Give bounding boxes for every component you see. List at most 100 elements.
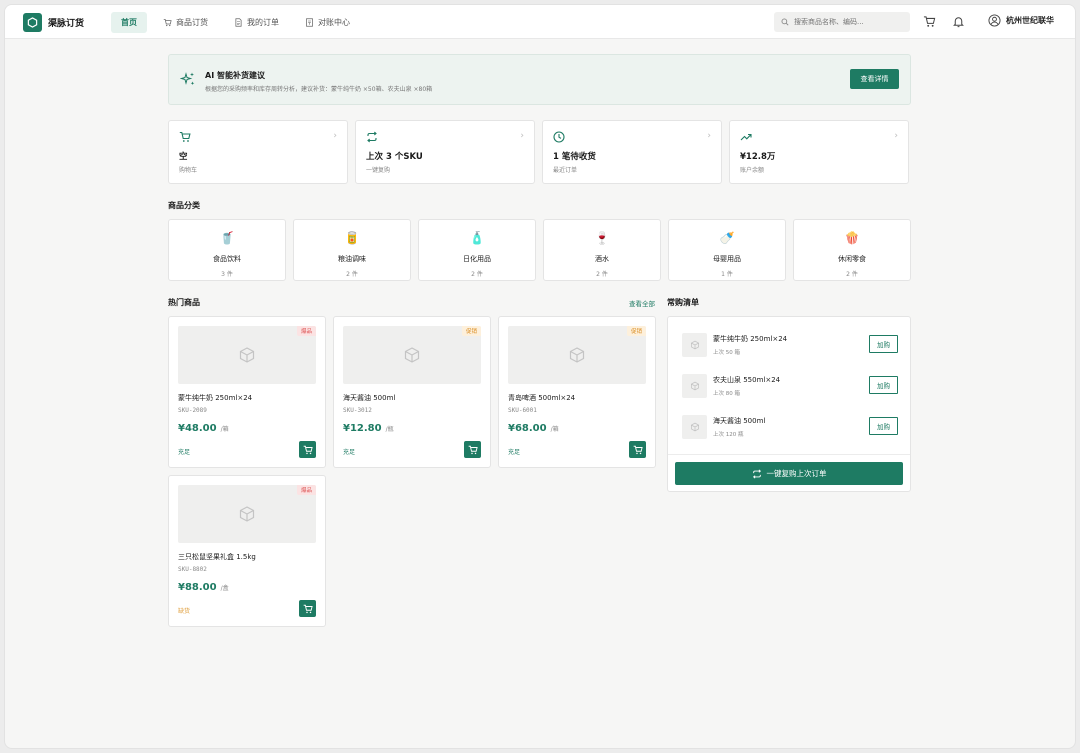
app-window: 渠脉订货 首页 商品订货 我的订单 对账中心 搜索商品名称、编码... 杭州世纪… bbox=[4, 4, 1076, 749]
lotion-bottle-icon: 🧴 bbox=[469, 231, 485, 245]
add-to-cart-button[interactable]: 加购 bbox=[869, 417, 898, 435]
stat-value: 上次 3 个SKU bbox=[366, 152, 423, 162]
cart-icon[interactable] bbox=[923, 15, 936, 28]
user-menu[interactable]: 杭州世纪联华 bbox=[988, 14, 1054, 27]
stat-label: 一键复购 bbox=[366, 167, 391, 174]
product-sku: SKU-8802 bbox=[178, 566, 207, 573]
stock-status: 充足 bbox=[508, 449, 521, 456]
frequent-list-title: 常购清单 bbox=[667, 298, 699, 307]
stat-card-cart[interactable]: › 空 购物车 bbox=[168, 120, 348, 184]
view-details-button[interactable]: 查看详情 bbox=[850, 69, 899, 89]
product-tag: 促销 bbox=[626, 326, 646, 336]
baby-bottle-icon: 🍼 bbox=[719, 231, 735, 245]
price-value: ¥12.80 bbox=[343, 423, 382, 434]
add-to-cart-button[interactable]: 加购 bbox=[869, 335, 898, 353]
hot-products-title: 热门商品 bbox=[168, 298, 200, 307]
can-icon: 🥫 bbox=[344, 231, 360, 245]
product-name: 海天酱油 500ml bbox=[343, 394, 396, 402]
stat-value: 空 bbox=[179, 152, 188, 162]
product-image: 爆品 bbox=[178, 485, 316, 543]
stat-value: 1 笔待收货 bbox=[553, 152, 596, 162]
nav-orders[interactable]: 我的订单 bbox=[224, 12, 289, 33]
sparkle-icon bbox=[180, 72, 195, 85]
stat-card-orders[interactable]: › 1 笔待收货 最近订单 bbox=[542, 120, 722, 184]
logo-icon[interactable] bbox=[23, 13, 42, 32]
add-to-cart-button[interactable] bbox=[629, 441, 646, 458]
product-image: 促销 bbox=[343, 326, 481, 384]
drink-icon: 🥤 bbox=[219, 231, 235, 245]
main-nav: 首页 商品订货 我的订单 对账中心 bbox=[111, 12, 360, 33]
category-count: 1 件 bbox=[721, 271, 733, 278]
product-card[interactable]: 促销 青岛啤酒 500ml×24 SKU-6001 ¥68.00/箱 充足 bbox=[498, 316, 656, 468]
reorder-label: 一键复购上次订单 bbox=[766, 469, 827, 478]
cart-icon bbox=[468, 445, 478, 454]
nav-products[interactable]: 商品订货 bbox=[153, 12, 218, 33]
add-to-cart-button[interactable]: 加购 bbox=[869, 376, 898, 394]
category-card[interactable]: 🥤 食品饮料 3 件 bbox=[168, 219, 286, 281]
box-icon bbox=[569, 347, 585, 363]
stat-label: 最近订单 bbox=[553, 167, 578, 174]
search-box[interactable] bbox=[774, 12, 910, 32]
category-name: 日化用品 bbox=[463, 255, 491, 263]
item-name: 海天酱油 500ml bbox=[713, 417, 766, 425]
category-card[interactable]: 🍿 休闲零食 2 件 bbox=[793, 219, 911, 281]
nav-products-label: 商品订货 bbox=[176, 18, 208, 27]
box-icon bbox=[239, 347, 255, 363]
reorder-last-button[interactable]: 一键复购上次订单 bbox=[675, 462, 903, 485]
stat-card-balance[interactable]: › ¥12.8万 账户余额 bbox=[729, 120, 909, 184]
add-to-cart-button[interactable] bbox=[299, 600, 316, 617]
category-count: 2 件 bbox=[596, 271, 608, 278]
bell-icon[interactable] bbox=[952, 15, 965, 28]
nav-home-label: 首页 bbox=[121, 18, 137, 27]
product-price: ¥48.00/箱 bbox=[178, 423, 229, 434]
nav-orders-label: 我的订单 bbox=[247, 18, 279, 27]
list-item: 农夫山泉 550ml×24 上次 80 箱 加购 bbox=[682, 372, 898, 398]
nav-home[interactable]: 首页 bbox=[111, 12, 147, 33]
cart-icon bbox=[303, 445, 313, 454]
category-count: 2 件 bbox=[846, 271, 858, 278]
stock-status: 充足 bbox=[343, 449, 356, 456]
repeat-icon bbox=[752, 468, 761, 479]
add-to-cart-button[interactable] bbox=[299, 441, 316, 458]
category-card[interactable]: 🍼 母婴用品 1 件 bbox=[668, 219, 786, 281]
category-name: 休闲零食 bbox=[838, 255, 866, 263]
category-count: 3 件 bbox=[221, 271, 233, 278]
product-image: 爆品 bbox=[178, 326, 316, 384]
category-card[interactable]: 🍷 酒水 2 件 bbox=[543, 219, 661, 281]
stat-card-reorder[interactable]: › 上次 3 个SKU 一键复购 bbox=[355, 120, 535, 184]
category-name: 母婴用品 bbox=[713, 255, 741, 263]
product-tag: 爆品 bbox=[296, 485, 316, 495]
product-card[interactable]: 爆品 三只松鼠坚果礼盒 1.5kg SKU-8802 ¥88.00/盒 缺货 bbox=[168, 475, 326, 627]
item-name: 蒙牛纯牛奶 250ml×24 bbox=[713, 335, 788, 343]
view-all-link[interactable]: 查看全部 bbox=[629, 298, 655, 308]
search-input[interactable] bbox=[794, 18, 904, 26]
cart-icon bbox=[179, 131, 191, 142]
top-header: 渠脉订货 首页 商品订货 我的订单 对账中心 搜索商品名称、编码... 杭州世纪… bbox=[5, 5, 1075, 39]
price-unit: /箱 bbox=[550, 426, 559, 433]
category-count: 2 件 bbox=[471, 271, 483, 278]
price-unit: /瓶 bbox=[385, 426, 394, 433]
product-thumbnail bbox=[682, 333, 707, 357]
product-thumbnail bbox=[682, 415, 707, 439]
product-card[interactable]: 促销 海天酱油 500ml SKU-3012 ¥12.80/瓶 充足 bbox=[333, 316, 491, 468]
search-icon bbox=[781, 18, 789, 26]
user-name: 杭州世纪联华 bbox=[1006, 16, 1054, 25]
product-card[interactable]: 爆品 蒙牛纯牛奶 250ml×24 SKU-2089 ¥48.00/箱 充足 bbox=[168, 316, 326, 468]
add-to-cart-button[interactable] bbox=[464, 441, 481, 458]
box-icon bbox=[690, 381, 699, 391]
chevron-right-icon: › bbox=[707, 131, 711, 141]
stock-status: 缺货 bbox=[178, 608, 191, 615]
ledger-icon bbox=[306, 18, 313, 27]
price-value: ¥68.00 bbox=[508, 423, 547, 434]
nav-ledger[interactable]: 对账中心 bbox=[295, 12, 360, 33]
category-card[interactable]: 🧴 日化用品 2 件 bbox=[418, 219, 536, 281]
box-icon bbox=[690, 422, 699, 432]
chevron-right-icon: › bbox=[333, 131, 337, 141]
list-item: 海天酱油 500ml 上次 120 瓶 加购 bbox=[682, 413, 898, 439]
banner-description: 根据您的采购频率和库存周转分析，建议补货：蒙牛纯牛奶 ×50箱、农夫山泉 ×80… bbox=[205, 86, 433, 93]
repeat-icon bbox=[367, 131, 377, 143]
category-card[interactable]: 🥫 粮油调味 2 件 bbox=[293, 219, 411, 281]
price-unit: /箱 bbox=[220, 426, 229, 433]
price-unit: /盒 bbox=[220, 585, 229, 592]
nav-ledger-label: 对账中心 bbox=[318, 18, 350, 27]
